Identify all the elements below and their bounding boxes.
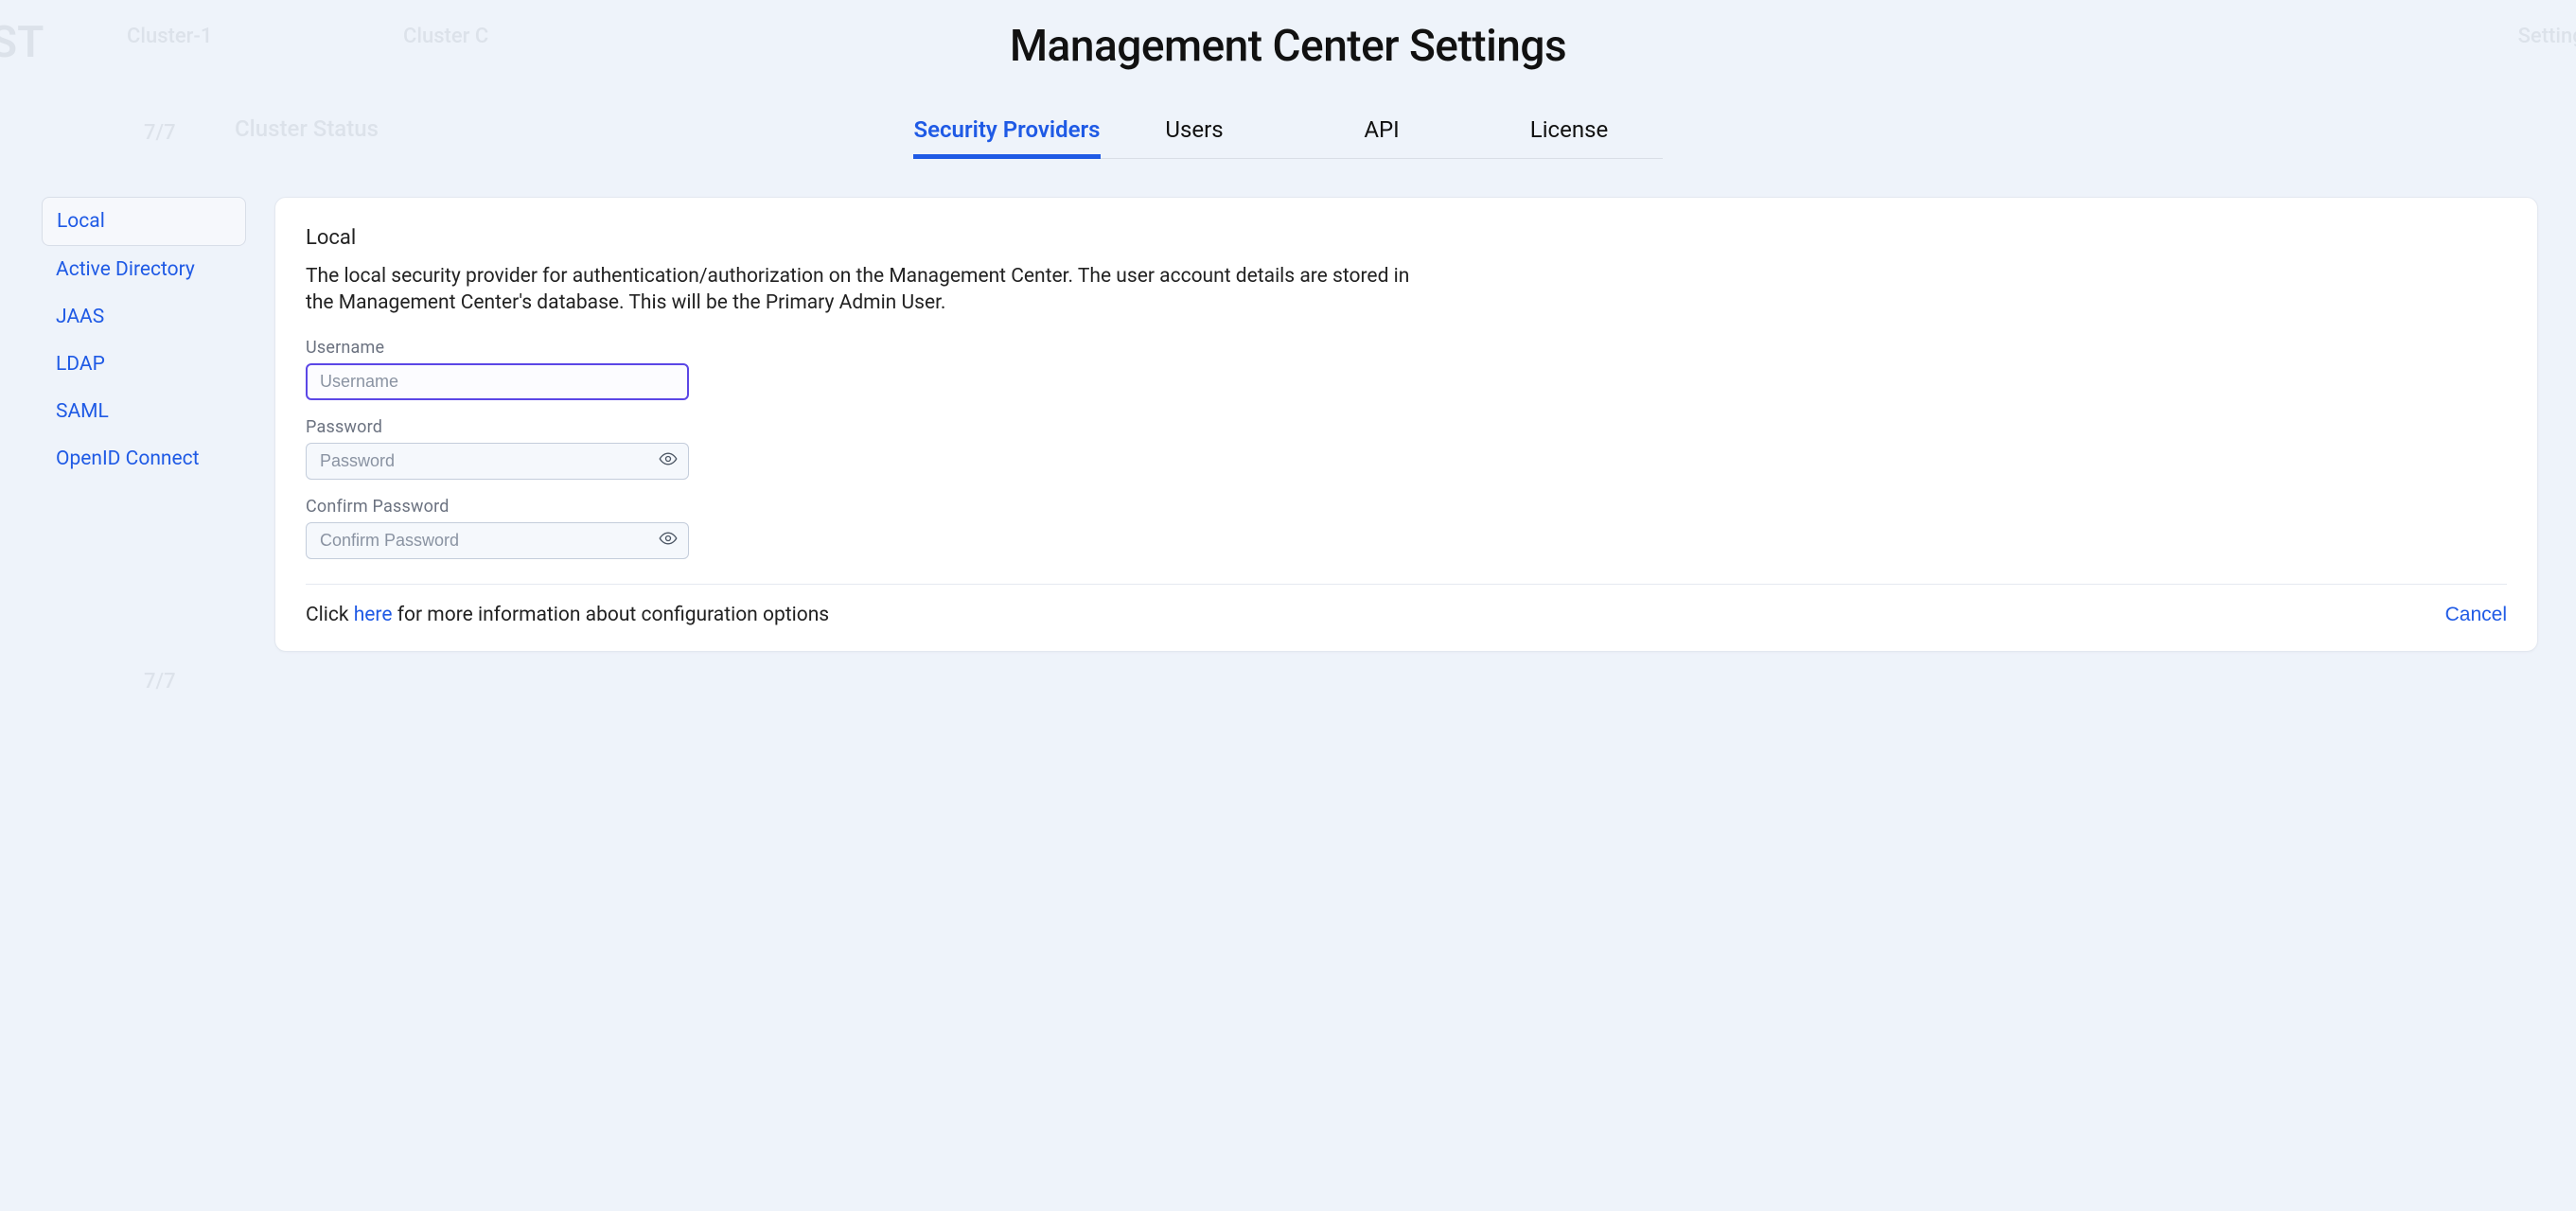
- config-info-text: Click here for more information about co…: [306, 604, 829, 626]
- username-label: Username: [306, 338, 2507, 358]
- password-input-wrap: [306, 443, 689, 480]
- sidebar-item-local[interactable]: Local: [42, 197, 246, 246]
- password-label: Password: [306, 417, 2507, 437]
- tab-users[interactable]: Users: [1101, 105, 1288, 159]
- tab-security-providers[interactable]: Security Providers: [913, 105, 1101, 159]
- tab-license[interactable]: License: [1475, 105, 1663, 159]
- main-area: Local Active Directory JAAS LDAP SAML Op…: [0, 197, 2576, 690]
- info-prefix: Click: [306, 604, 354, 626]
- config-info-link[interactable]: here: [354, 604, 393, 626]
- eye-icon: [659, 529, 678, 552]
- cancel-button[interactable]: Cancel: [2445, 604, 2507, 626]
- info-suffix: for more information about configuration…: [393, 604, 830, 626]
- sidebar-item-saml[interactable]: SAML: [42, 388, 246, 435]
- sidebar-providers: Local Active Directory JAAS LDAP SAML Op…: [42, 197, 246, 652]
- settings-page: Management Center Settings Security Prov…: [0, 0, 2576, 690]
- eye-icon: [659, 449, 678, 472]
- password-input[interactable]: [306, 443, 689, 480]
- provider-config-card: Local The local security provider for au…: [274, 197, 2538, 652]
- username-input-wrap: [306, 363, 689, 400]
- confirm-password-input[interactable]: [306, 522, 689, 559]
- username-input[interactable]: [306, 363, 689, 400]
- sidebar-item-active-directory[interactable]: Active Directory: [42, 246, 246, 293]
- card-divider: [306, 584, 2507, 585]
- tabs-inner: Security Providers Users API License: [913, 104, 1663, 159]
- page-title: Management Center Settings: [0, 0, 2576, 104]
- toggle-password-visibility[interactable]: [657, 449, 679, 472]
- username-group: Username: [306, 338, 2507, 400]
- tab-api[interactable]: API: [1288, 105, 1475, 159]
- sidebar-item-ldap[interactable]: LDAP: [42, 341, 246, 388]
- sidebar-item-openid-connect[interactable]: OpenID Connect: [42, 435, 246, 483]
- confirm-password-group: Confirm Password: [306, 497, 2507, 559]
- section-title: Local: [306, 226, 2507, 250]
- toggle-confirm-visibility[interactable]: [657, 529, 679, 552]
- section-description: The local security provider for authenti…: [306, 263, 1441, 317]
- tabs-bar: Security Providers Users API License: [0, 104, 2576, 159]
- confirm-password-input-wrap: [306, 522, 689, 559]
- sidebar-item-jaas[interactable]: JAAS: [42, 293, 246, 341]
- confirm-password-label: Confirm Password: [306, 497, 2507, 517]
- card-footer: Click here for more information about co…: [306, 604, 2507, 626]
- password-group: Password: [306, 417, 2507, 480]
